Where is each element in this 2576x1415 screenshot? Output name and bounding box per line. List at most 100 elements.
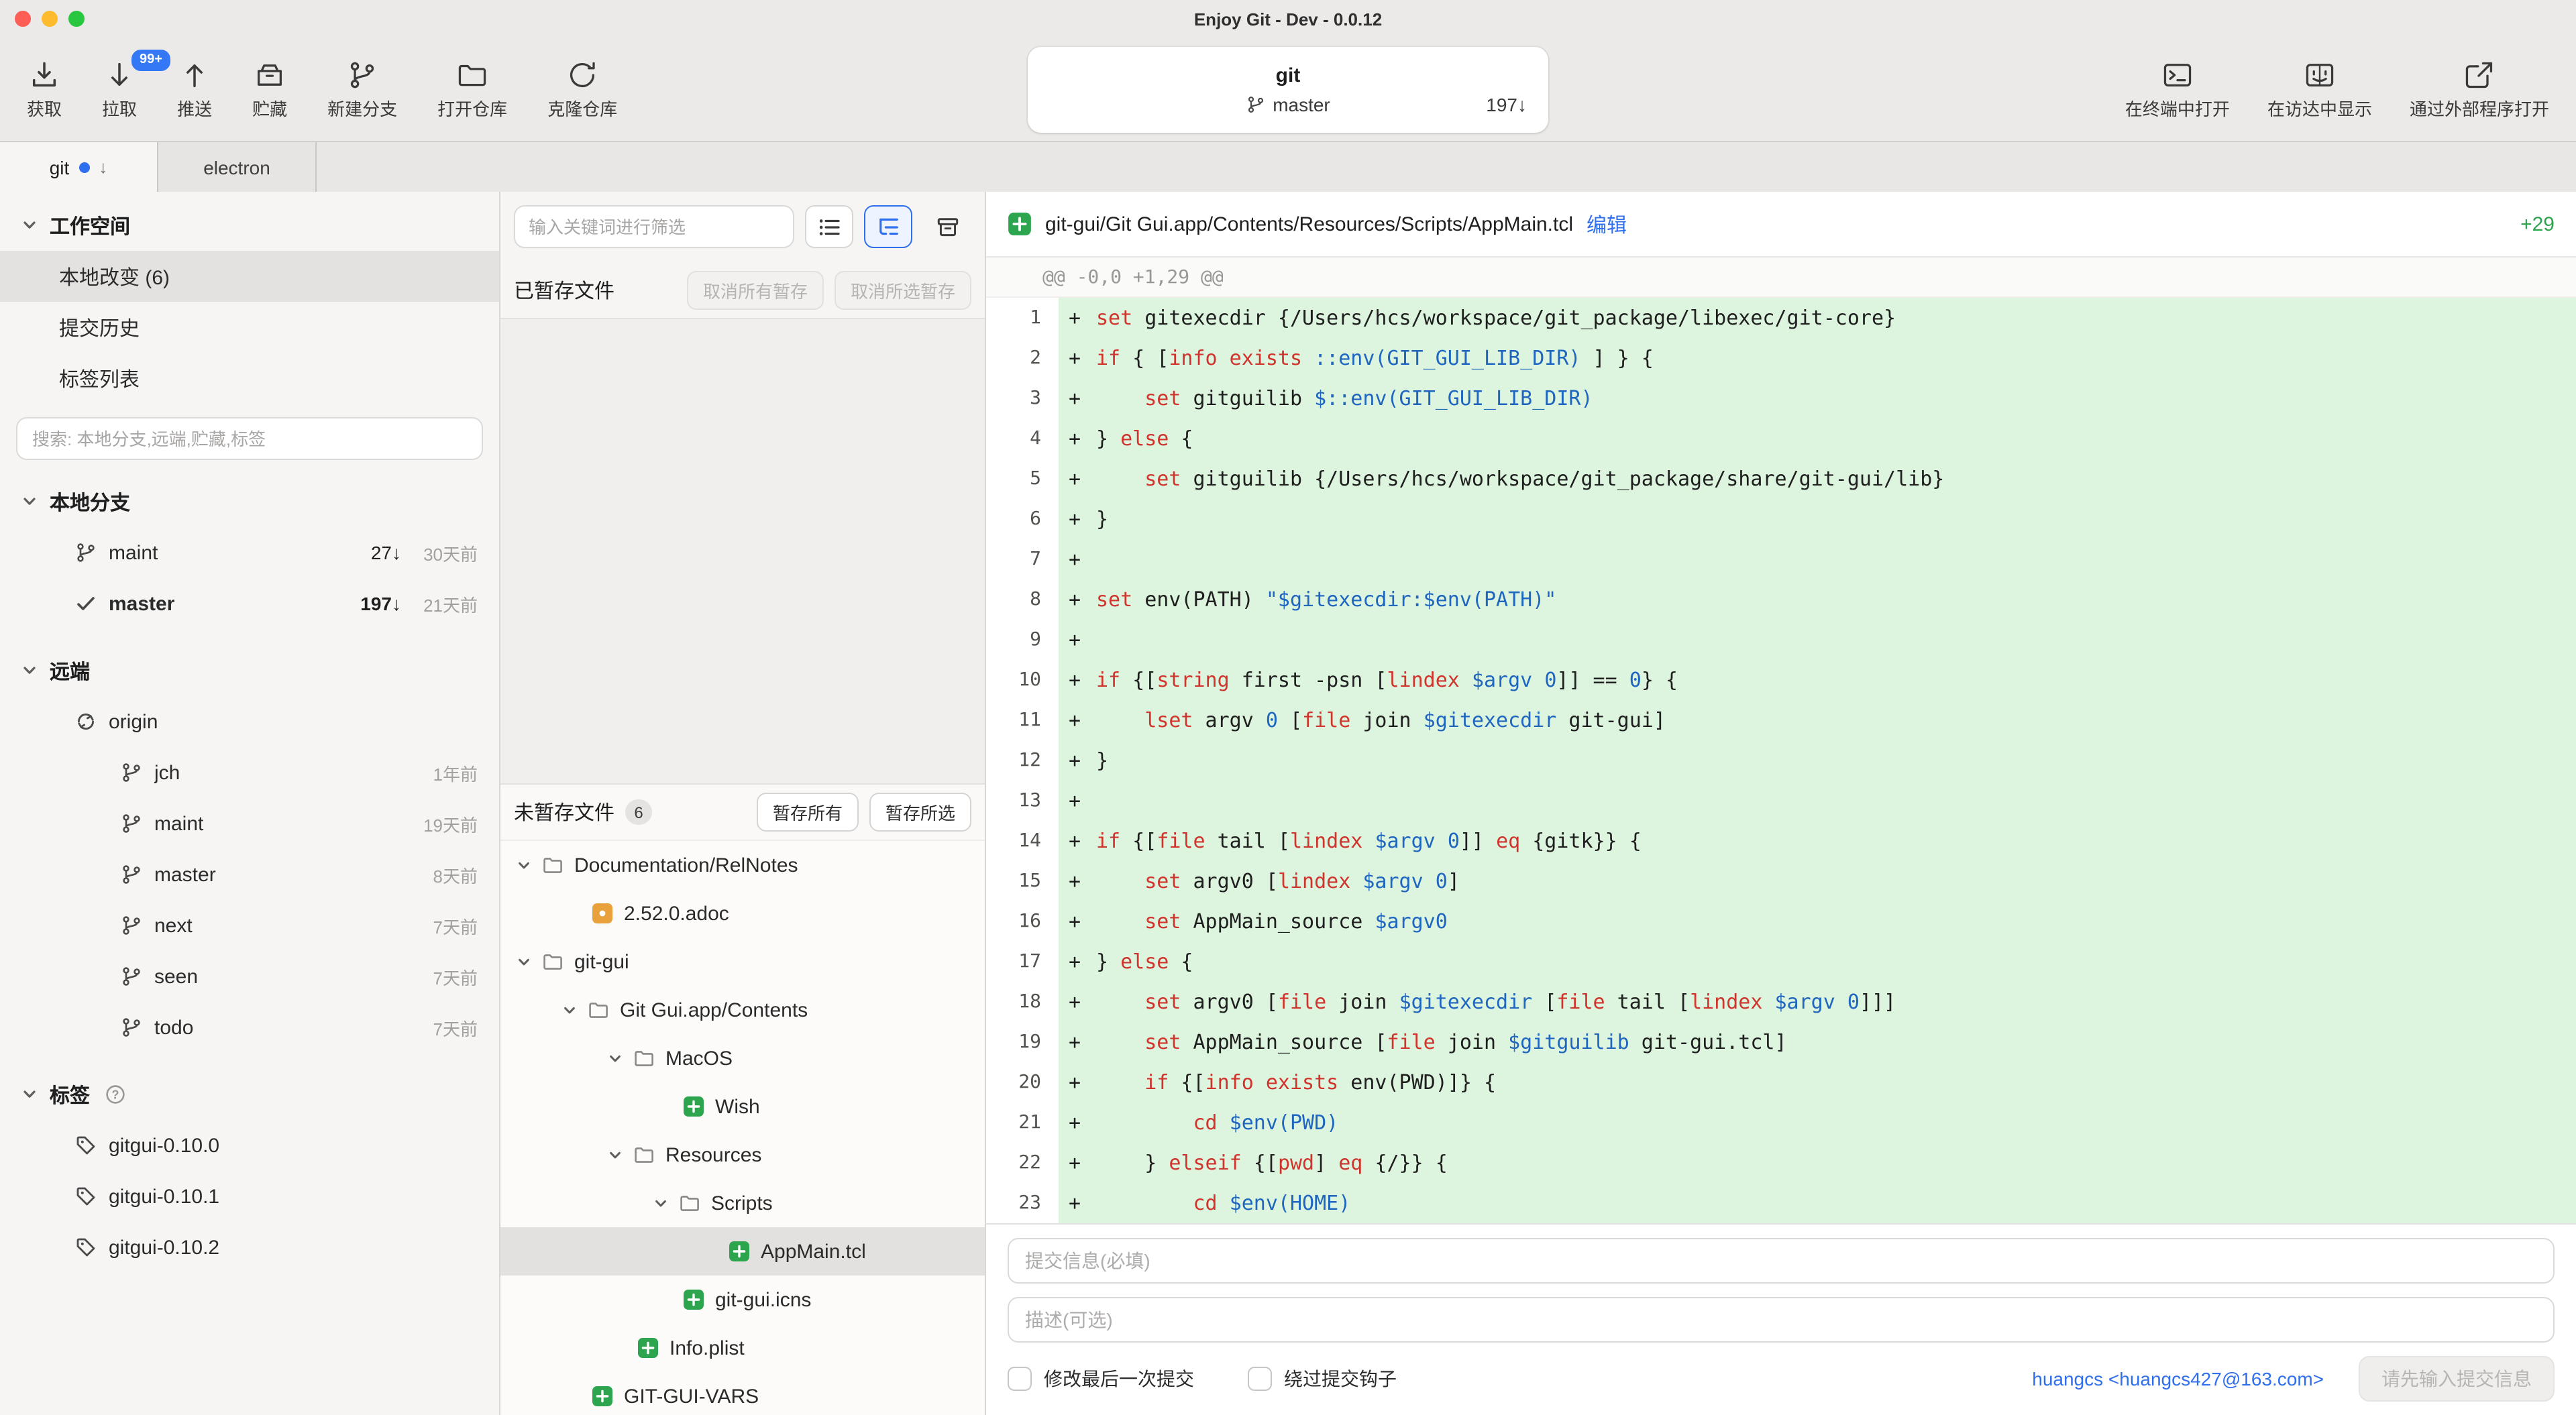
line-number: 11 [986, 700, 1059, 740]
remotes-section-header[interactable]: 远端 [0, 645, 499, 696]
toolbar-fetch-button[interactable]: 获取 [27, 58, 62, 120]
toolbar-reveal-finder-button[interactable]: 在访达中显示 [2267, 58, 2372, 120]
line-number: 17 [986, 942, 1059, 982]
tree-file-row[interactable]: Wish [500, 1082, 985, 1131]
tree-folder-row[interactable]: Resources [500, 1131, 985, 1179]
list-view-button[interactable] [805, 205, 853, 248]
tree-folder-row[interactable]: git-gui [500, 938, 985, 986]
toolbar-button-label: 通过外部程序打开 [2410, 95, 2549, 120]
unstage-selected-button[interactable]: 取消所选暂存 [835, 270, 971, 309]
toolbar-new-branch-button[interactable]: 新建分支 [327, 58, 397, 120]
tag-row[interactable]: gitgui-0.10.2 [0, 1222, 499, 1273]
diff-line: 8+set env(PATH) "$gitexecdir:$env(PATH)" [986, 579, 2576, 620]
current-branch-name: master [1273, 94, 1330, 115]
node-label: AppMain.tcl [761, 1240, 866, 1263]
relative-time: 19天前 [413, 811, 478, 836]
diff-code: } else { [1091, 427, 1193, 451]
tree-file-row[interactable]: Info.plist [500, 1324, 985, 1372]
folder-icon [542, 854, 564, 876]
checkbox-box[interactable] [1248, 1367, 1272, 1391]
workspace-item[interactable]: 标签列表 [0, 353, 499, 404]
local-branch-row[interactable]: maint27↓30天前 [0, 527, 499, 578]
tree-view-button[interactable] [864, 205, 912, 248]
chevron-down-icon[interactable] [517, 954, 531, 969]
node-label: git-gui [574, 950, 629, 973]
remote-branch-row[interactable]: todo7天前 [0, 1002, 499, 1053]
tree-folder-row[interactable]: MacOS [500, 1034, 985, 1082]
toolbar-push-button[interactable]: 推送 [177, 58, 212, 120]
chevron-down-icon[interactable] [608, 1147, 623, 1162]
tree-file-row[interactable]: 2.52.0.adoc [500, 889, 985, 938]
tag-row[interactable]: gitgui-0.10.1 [0, 1171, 499, 1222]
tab-electron[interactable]: electron [158, 142, 317, 192]
checkbox-box[interactable] [1008, 1367, 1032, 1391]
zoom-window-button[interactable] [68, 11, 85, 27]
tab-label: git [50, 156, 70, 178]
tree-file-row[interactable]: GIT-GUI-VARS [500, 1372, 985, 1415]
archive-view-button[interactable] [923, 205, 971, 248]
tree-folder-row[interactable]: Git Gui.app/Contents [500, 986, 985, 1034]
chevron-down-icon[interactable] [653, 1196, 668, 1210]
unstage-all-button[interactable]: 取消所有暂存 [687, 270, 824, 309]
toolbar-pull-button[interactable]: 拉取99+ [102, 58, 137, 120]
help-icon[interactable]: ? [105, 1084, 126, 1105]
commit-description-input[interactable] [1008, 1297, 2555, 1343]
diff-sign: + [1059, 467, 1091, 491]
repo-name: git [1028, 64, 1548, 87]
author-link[interactable]: huangcs <huangcs427@163.com> [2032, 1368, 2324, 1390]
remote-branch-row[interactable]: maint19天前 [0, 798, 499, 849]
status-added-icon [729, 1241, 750, 1262]
tree-file-row[interactable]: AppMain.tcl [500, 1227, 985, 1276]
remote-branch-row[interactable]: next7天前 [0, 900, 499, 951]
stage-selected-button[interactable]: 暂存所选 [869, 793, 971, 832]
diff-sign: + [1059, 306, 1091, 330]
sidebar-search-input[interactable] [16, 417, 483, 460]
remote-branch-row[interactable]: seen7天前 [0, 951, 499, 1002]
diff-code: set gitexecdir {/Users/hcs/workspace/git… [1091, 306, 1896, 330]
edit-file-link[interactable]: 编辑 [1587, 210, 1627, 238]
commit-message-input[interactable] [1008, 1238, 2555, 1284]
remote-branch-row[interactable]: master8天前 [0, 849, 499, 900]
workspace-section-header[interactable]: 工作空间 [0, 200, 499, 251]
tab-label: electron [203, 156, 270, 178]
workspace-item[interactable]: 本地改变 (6) [0, 251, 499, 302]
toolbar-open-external-button[interactable]: 通过外部程序打开 [2410, 58, 2549, 120]
toolbar-stash-button[interactable]: 贮藏 [252, 58, 287, 120]
remote-origin-row[interactable]: origin [0, 696, 499, 747]
toolbar-open-terminal-button[interactable]: 在终端中打开 [2125, 58, 2230, 120]
remote-branch-row[interactable]: jch1年前 [0, 747, 499, 798]
folder-icon [633, 1048, 655, 1069]
local-branch-row[interactable]: master197↓21天前 [0, 578, 499, 629]
filter-input[interactable] [514, 205, 794, 248]
workspace-item[interactable]: 提交历史 [0, 302, 499, 353]
diff-body[interactable]: 1+set gitexecdir {/Users/hcs/workspace/g… [986, 298, 2576, 1223]
skip-hooks-checkbox[interactable]: 绕过提交钩子 [1248, 1365, 1397, 1392]
toolbar-clone-repo-button[interactable]: 克隆仓库 [547, 58, 617, 120]
branch-name: todo [154, 1016, 401, 1039]
commit-button[interactable]: 请先输入提交信息 [2359, 1356, 2555, 1402]
archive-icon [934, 214, 960, 239]
chevron-down-icon[interactable] [517, 858, 531, 872]
unstaged-files-header: 未暂存文件 6 暂存所有 暂存所选 [500, 785, 985, 841]
diff-code: set argv0 [file join $gitexecdir [file t… [1091, 990, 1896, 1014]
push-icon [178, 58, 211, 91]
stage-all-button[interactable]: 暂存所有 [757, 793, 859, 832]
tags-section-header[interactable]: 标签 ? [0, 1069, 499, 1120]
local-branches-section-header[interactable]: 本地分支 [0, 476, 499, 527]
repo-card[interactable]: git master 197↓ [1028, 47, 1548, 133]
amend-checkbox[interactable]: 修改最后一次提交 [1008, 1365, 1194, 1392]
tab-git[interactable]: git↓ [0, 142, 158, 192]
tree-file-row[interactable]: git-gui.icns [500, 1276, 985, 1324]
tag-row[interactable]: gitgui-0.10.0 [0, 1120, 499, 1171]
close-window-button[interactable] [15, 11, 31, 27]
chevron-down-icon[interactable] [562, 1003, 577, 1017]
tree-folder-row[interactable]: Documentation/RelNotes [500, 841, 985, 889]
staged-files-header: 已暂存文件 取消所有暂存 取消所选暂存 [500, 262, 985, 318]
folder-icon [542, 951, 564, 972]
tree-folder-row[interactable]: Scripts [500, 1179, 985, 1227]
chevron-down-icon[interactable] [608, 1051, 623, 1066]
toolbar-open-repo-button[interactable]: 打开仓库 [437, 58, 507, 120]
minimize-window-button[interactable] [42, 11, 58, 27]
status-added-icon [592, 1385, 613, 1407]
diff-line: 21+ cd $env(PWD) [986, 1102, 2576, 1143]
